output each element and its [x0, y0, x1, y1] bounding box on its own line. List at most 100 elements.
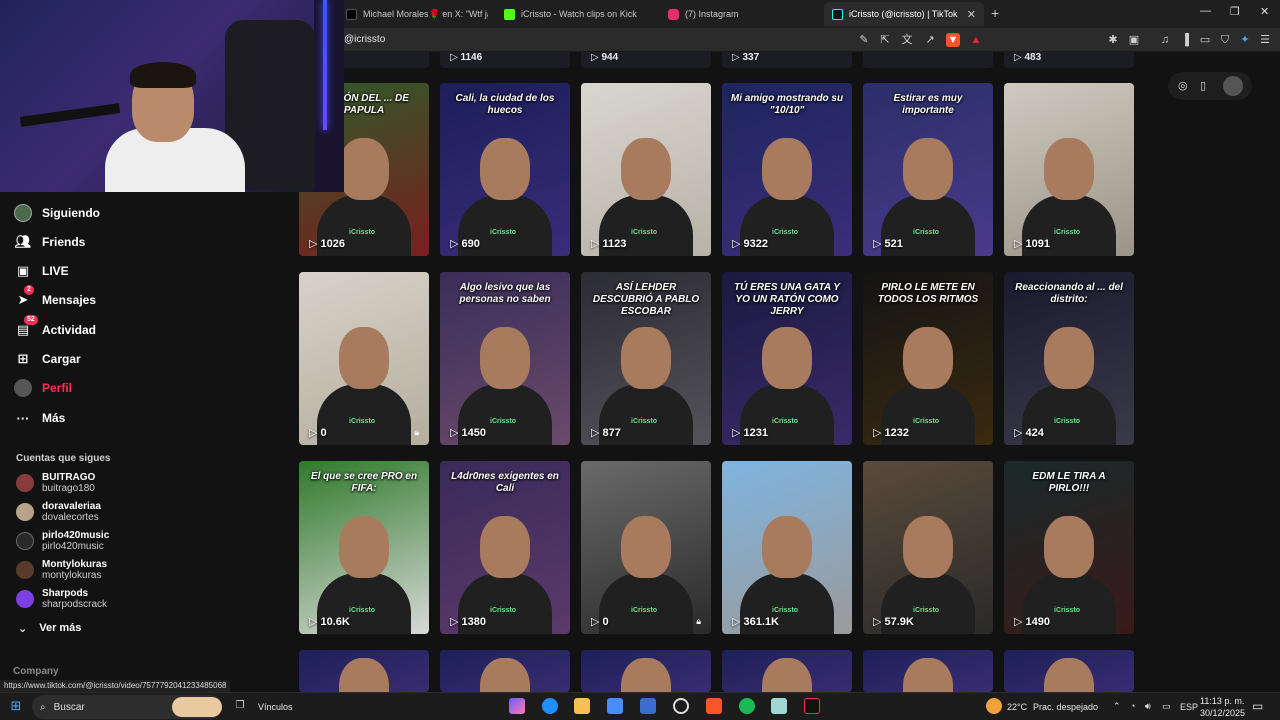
- spotify-icon[interactable]: [739, 698, 755, 714]
- file-explorer-icon[interactable]: [574, 698, 590, 714]
- tab-tiktok[interactable]: iCrissto (@icrissto) | TikTok ✕: [824, 2, 984, 26]
- video-card[interactable]: Mi amigo mostrando su "10/10" iCrissto ▷ 93…: [722, 83, 852, 256]
- video-card-partial[interactable]: [581, 650, 711, 692]
- battery-icon[interactable]: ▭: [1162, 701, 1171, 712]
- copilot-icon[interactable]: [509, 698, 525, 714]
- extensions-icon[interactable]: ✱: [1106, 33, 1120, 47]
- video-card[interactable]: Algo lesivo que las personas no saben iCr…: [440, 272, 570, 445]
- video-card[interactable]: iCrissto ▷ 57.9K: [863, 461, 993, 634]
- following-account[interactable]: BUITRAGO buitrago180: [16, 470, 95, 496]
- video-card[interactable]: iCrissto ▷ 0 🔒︎: [581, 461, 711, 634]
- kick-watermark: iCrissto: [490, 607, 517, 614]
- network-icon[interactable]: ◔: [1130, 701, 1135, 711]
- clock-date[interactable]: 30/12/2025: [1200, 708, 1245, 718]
- vpn-icon[interactable]: ⛉: [1218, 33, 1232, 47]
- video-card[interactable]: PIRLO LE METE EN TODOS LOS RITMOS iCrisst…: [863, 272, 993, 445]
- mail-icon[interactable]: [640, 698, 656, 714]
- video-card-partial[interactable]: [1004, 650, 1134, 692]
- brave-shield-icon[interactable]: ▼: [946, 33, 960, 47]
- no-translate-icon[interactable]: ✎: [857, 33, 871, 47]
- play-icon: ▷: [591, 52, 602, 63]
- tab-kick[interactable]: iCrissto - Watch clips on Kick: [496, 2, 656, 26]
- maximize-button[interactable]: ❐: [1230, 5, 1240, 18]
- video-card[interactable]: iCrissto ▷ 361.1K: [722, 461, 852, 634]
- tab-instagram[interactable]: (7) Instagram: [660, 2, 820, 26]
- see-more-button[interactable]: ⌄ Ver más: [18, 622, 81, 635]
- app-icon[interactable]: [771, 698, 787, 714]
- following-account[interactable]: Montylokuras montylokuras: [16, 557, 107, 583]
- video-card[interactable]: Cali, la ciudad de los huecos iCrissto ▷ 69…: [440, 83, 570, 256]
- brave-taskbar-icon[interactable]: [706, 698, 722, 714]
- video-card-partial[interactable]: [863, 650, 993, 692]
- task-view-icon[interactable]: ❐: [232, 698, 248, 714]
- video-card[interactable]: TÚ ERES UNA GATA Y YO UN RATÓN COMO JERR…: [722, 272, 852, 445]
- video-card-partial[interactable]: [440, 650, 570, 692]
- video-card[interactable]: ASÍ LEHDER DESCUBRIÓ A PABLO ESCOBAR iCri…: [581, 272, 711, 445]
- url-field[interactable]: @icrissto: [344, 34, 385, 45]
- sidebar-item-friends[interactable]: 👥︎ Friends: [14, 230, 86, 254]
- more-icon: ···: [16, 410, 30, 426]
- following-account[interactable]: pirlo420music pirlo420music: [16, 528, 109, 554]
- video-card-partial[interactable]: [299, 650, 429, 692]
- tab-title: iCrissto (@icrissto) | TikTok: [849, 9, 958, 19]
- store-icon[interactable]: [607, 698, 623, 714]
- partial-video-card[interactable]: [863, 52, 993, 68]
- video-card[interactable]: Reaccionando al ... del distrito: iCrisst…: [1004, 272, 1134, 445]
- weather-text[interactable]: Prac. despejado: [1033, 702, 1098, 712]
- share-icon[interactable]: ↗: [923, 33, 937, 47]
- following-account[interactable]: Sharpods sharpodscrack: [16, 586, 107, 612]
- music-icon[interactable]: ♫: [1158, 33, 1172, 47]
- following-account[interactable]: doravaleriaa dovalecortes: [16, 499, 101, 525]
- sidebar-item-perfil[interactable]: Perfil: [14, 376, 72, 400]
- sidebar-item-siguiendo[interactable]: Siguiendo: [14, 201, 100, 225]
- tiktok-taskbar-icon[interactable]: [804, 698, 820, 714]
- wallet-icon[interactable]: ▭: [1198, 33, 1212, 47]
- edge-icon[interactable]: [542, 698, 558, 714]
- sidebar-item-cargar[interactable]: ⊞ Cargar: [14, 347, 81, 371]
- video-card[interactable]: EDM LE TIRA A PIRLO!!! iCrissto ▷ 1490: [1004, 461, 1134, 634]
- compass-icon[interactable]: ◎: [1178, 79, 1188, 92]
- phone-icon[interactable]: ▯: [1200, 79, 1206, 92]
- menu-icon[interactable]: ☰: [1258, 33, 1272, 47]
- close-tab-icon[interactable]: ✕: [967, 8, 976, 21]
- company-link[interactable]: Company: [13, 666, 59, 677]
- notifications-icon[interactable]: ▭: [1252, 699, 1263, 713]
- weather-temp[interactable]: 22°C: [1007, 702, 1027, 712]
- clock-time[interactable]: 11:13 p. m.: [1200, 696, 1244, 706]
- thumbnail-person-face: [762, 658, 812, 692]
- obs-icon[interactable]: [673, 698, 689, 714]
- video-card[interactable]: iCrissto ▷ 1091: [1004, 83, 1134, 256]
- sidebar-item-mas[interactable]: ··· Más: [14, 406, 66, 430]
- windows-start-icon[interactable]: ⊞: [8, 698, 24, 714]
- tray-chevron-up-icon[interactable]: ⌃: [1113, 701, 1121, 712]
- video-card[interactable]: El que se cree PRO en FIFA: iCrissto ▷ 10.6…: [299, 461, 429, 634]
- tab-x[interactable]: Michael Morales🌹 en X: "Wtf jajaja: [338, 2, 488, 26]
- new-tab-button[interactable]: +: [991, 5, 999, 21]
- partial-video-card[interactable]: ▷ 483: [1004, 52, 1134, 68]
- video-card[interactable]: L4dr0nes exigentes en Cali iCrissto ▷ 1380: [440, 461, 570, 634]
- partial-video-card[interactable]: ▷ 337: [722, 52, 852, 68]
- open-external-icon[interactable]: ⇱: [878, 33, 892, 47]
- translate-icon[interactable]: 文: [900, 33, 914, 47]
- partial-video-card[interactable]: ▷ 1146: [440, 52, 570, 68]
- sidebar-item-live[interactable]: ▣ LIVE: [14, 259, 69, 283]
- kick-watermark: iCrissto: [913, 229, 940, 236]
- leo-ai-icon[interactable]: ✦: [1238, 33, 1252, 47]
- close-window-button[interactable]: ✕: [1260, 5, 1269, 18]
- video-card[interactable]: iCrissto ▷ 0 🔒︎: [299, 272, 429, 445]
- brave-rewards-icon[interactable]: ▲: [969, 33, 983, 47]
- sidebar-item-actividad[interactable]: ▤ 52 Actividad: [14, 315, 96, 342]
- screenshot-icon[interactable]: ▣: [1127, 33, 1141, 47]
- video-card[interactable]: Estirar es muy importante iCrissto ▷ 521: [863, 83, 993, 256]
- links-toolbar[interactable]: Vínculos: [258, 702, 293, 712]
- sidebar-item-mensajes[interactable]: ➤ 2 Mensajes: [14, 285, 96, 312]
- language-indicator[interactable]: ESP: [1180, 702, 1198, 712]
- video-card[interactable]: iCrissto ▷ 1123: [581, 83, 711, 256]
- partial-video-card[interactable]: ▷ 944: [581, 52, 711, 68]
- video-card-partial[interactable]: [722, 650, 852, 692]
- user-avatar[interactable]: [1223, 76, 1243, 96]
- taskbar-search[interactable]: ⌕ Buscar: [32, 695, 222, 719]
- minimize-button[interactable]: —: [1200, 5, 1211, 17]
- sidebar-toggle-icon[interactable]: ▐: [1178, 33, 1192, 47]
- volume-icon[interactable]: 🔊︎: [1145, 701, 1151, 712]
